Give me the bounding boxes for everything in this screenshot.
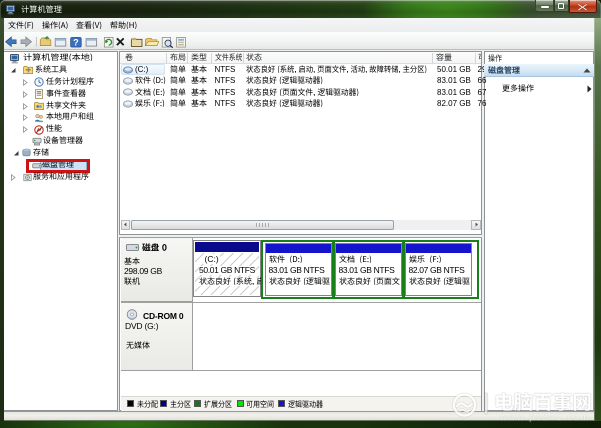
svg-text:?: ? [73, 37, 79, 47]
